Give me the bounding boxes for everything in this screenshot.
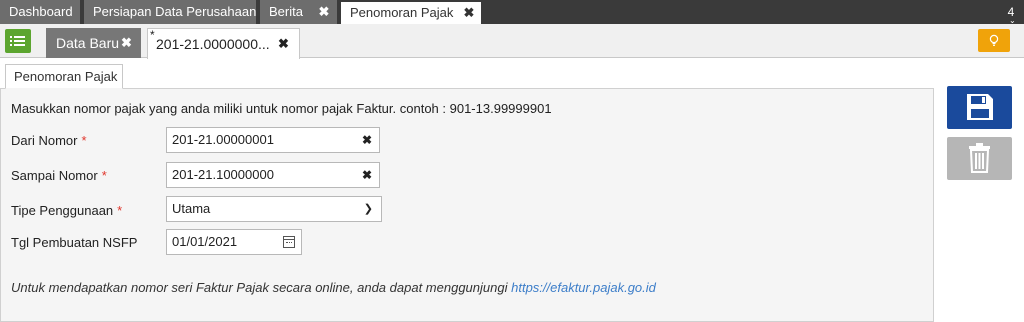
tipe-penggunaan-value: Utama — [172, 201, 211, 216]
lightbulb-icon — [989, 34, 999, 46]
clear-icon[interactable]: ✖ — [362, 128, 372, 152]
delete-button[interactable] — [947, 137, 1012, 180]
tipe-penggunaan-label-text: Tipe Penggunaan — [11, 203, 114, 218]
required-marker: * — [101, 168, 107, 183]
required-marker: * — [81, 133, 87, 148]
tab-persiapan-label: Persiapan Data Perusahaan — [93, 4, 257, 19]
close-tab-berita-icon[interactable]: ✖ — [314, 0, 334, 24]
dari-nomor-input[interactable]: 201-21.00000001 ✖ — [166, 127, 380, 153]
tab-record-label: 201-21.0000000... — [156, 36, 270, 52]
save-button[interactable] — [947, 86, 1012, 129]
form-tab-label: Penomoran Pajak — [14, 69, 118, 84]
tgl-pembuatan-date-input[interactable]: 01/01/2021 — [166, 229, 302, 255]
tab-form-penomoran-pajak[interactable]: Penomoran Pajak — [5, 64, 123, 89]
tips-button[interactable] — [978, 29, 1010, 52]
tgl-pembuatan-label-text: Tgl Pembuatan NSFP — [11, 235, 138, 250]
close-data-baru-icon[interactable]: ✖ — [121, 28, 132, 58]
trash-icon — [969, 143, 990, 173]
efaktur-link[interactable]: https://efaktur.pajak.go.id — [511, 280, 656, 295]
dari-nomor-value: 201-21.00000001 — [172, 132, 274, 147]
tipe-penggunaan-label: Tipe Penggunaan * — [11, 203, 122, 218]
tab-count-dropdown[interactable]: 4 ⌄ — [1004, 0, 1018, 25]
record-tab-bar: Data Baru ✖ * 201-21.0000000... ✖ — [0, 24, 1024, 59]
tgl-pembuatan-label: Tgl Pembuatan NSFP — [11, 235, 137, 250]
chevron-down-icon: ❯ — [363, 203, 373, 215]
required-marker: * — [117, 203, 123, 218]
tab-dashboard[interactable]: Dashboard — [0, 0, 80, 24]
sampai-nomor-input[interactable]: 201-21.10000000 ✖ — [166, 162, 380, 188]
tab-data-baru[interactable]: Data Baru ✖ — [46, 28, 141, 58]
dari-nomor-label: Dari Nomor * — [11, 133, 87, 148]
close-record-icon[interactable]: ✖ — [278, 29, 289, 59]
close-tab-penomoran-icon[interactable]: ✖ — [459, 2, 479, 24]
dari-nomor-label-text: Dari Nomor — [11, 133, 78, 148]
tab-penomoran-label: Penomoran Pajak — [350, 5, 454, 20]
sampai-nomor-label: Sampai Nomor * — [11, 168, 107, 183]
tab-dashboard-label: Dashboard — [9, 4, 73, 19]
info-text: Masukkan nomor pajak yang anda miliki un… — [11, 101, 552, 116]
sampai-nomor-label-text: Sampai Nomor — [11, 168, 98, 183]
modified-marker: * — [150, 28, 155, 42]
floppy-disk-icon — [967, 94, 993, 120]
footnote: Untuk mendapatkan nomor seri Faktur Paja… — [11, 280, 656, 295]
tab-record[interactable]: * 201-21.0000000... ✖ — [147, 28, 300, 59]
tab-berita[interactable]: Berita ✖ — [260, 0, 337, 24]
calendar-icon[interactable] — [283, 236, 295, 248]
menu-button[interactable] — [5, 29, 31, 53]
sampai-nomor-value: 201-21.10000000 — [172, 167, 274, 182]
tab-data-baru-label: Data Baru — [56, 35, 120, 51]
tab-penomoran-pajak[interactable]: Penomoran Pajak ✖ — [341, 0, 481, 24]
tab-persiapan-data-perusahaan[interactable]: Persiapan Data Perusahaan — [84, 0, 256, 24]
tgl-pembuatan-value: 01/01/2021 — [172, 234, 238, 249]
tab-berita-label: Berita — [269, 4, 303, 19]
clear-icon[interactable]: ✖ — [362, 163, 372, 187]
footnote-text: Untuk mendapatkan nomor seri Faktur Paja… — [11, 280, 508, 295]
tipe-penggunaan-select[interactable]: Utama ❯ — [166, 196, 382, 222]
